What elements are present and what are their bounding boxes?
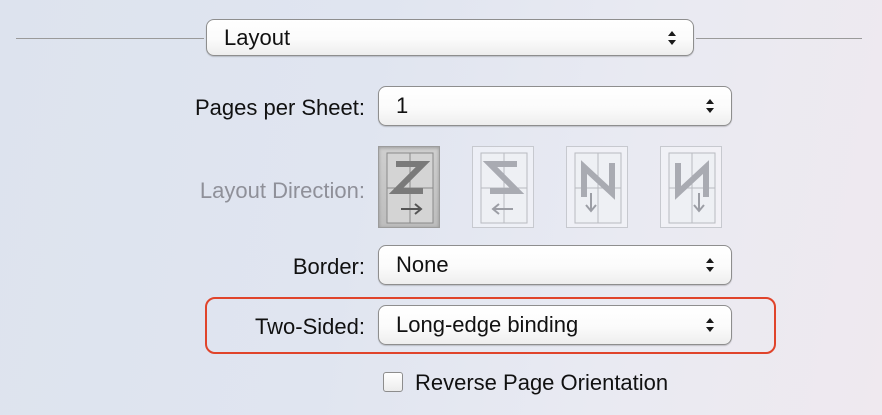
two-sided-popup[interactable]: Long-edge binding [378,305,732,345]
reverse-page-orientation-label[interactable]: Reverse Page Orientation [415,372,668,394]
up-down-arrows-icon [706,258,714,272]
border-popup[interactable]: None [378,245,732,285]
layout-direction-n-button[interactable] [566,146,628,228]
layout-direction-n-mirrored-button[interactable] [660,146,722,228]
layout-direction-s-button[interactable] [472,146,534,228]
pages-per-sheet-label: Pages per Sheet: [194,95,365,120]
up-down-arrows-icon [668,30,676,45]
separator-left [16,38,204,39]
up-down-arrows-icon [706,318,714,332]
up-down-arrows-icon [706,99,714,113]
n-top-to-bottom-icon [574,152,622,224]
layout-direction-label: Layout Direction: [199,178,365,203]
section-selector-value: Layout [224,24,291,50]
two-sided-value: Long-edge binding [396,312,579,337]
pages-per-sheet-value: 1 [396,93,409,118]
section-selector-popup[interactable]: Layout [206,19,694,56]
n-mirrored-top-to-bottom-icon [668,152,716,224]
border-value: None [396,252,449,277]
reverse-page-orientation-checkbox[interactable] [383,372,403,392]
z-left-to-right-icon [386,152,434,224]
border-label: Border: [292,254,365,279]
s-right-to-left-icon [480,152,528,224]
two-sided-label: Two-Sided: [254,314,365,339]
pages-per-sheet-popup[interactable]: 1 [378,86,732,126]
separator-right [696,38,862,39]
layout-direction-z-button[interactable] [378,146,440,228]
